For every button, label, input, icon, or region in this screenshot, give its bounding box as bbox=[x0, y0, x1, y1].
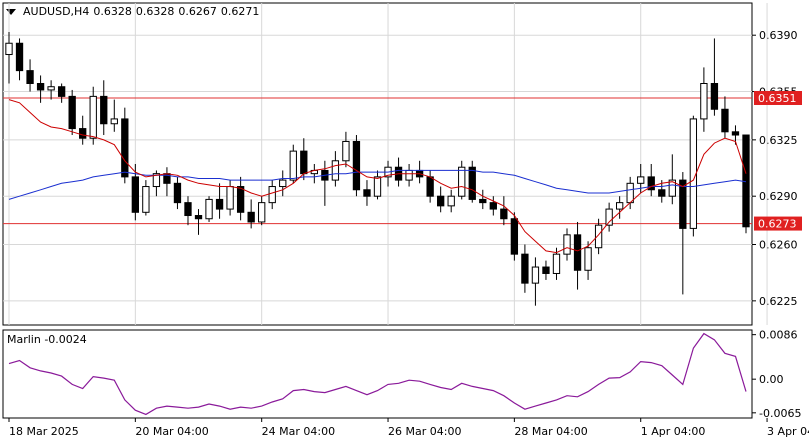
osc-tick-label: 0.00 bbox=[759, 373, 784, 386]
osc-tick-label: 0.0086 bbox=[759, 329, 798, 342]
candle-bull bbox=[279, 179, 287, 188]
candle-bull bbox=[89, 95, 97, 139]
candle-bear bbox=[679, 179, 687, 229]
candle-bear bbox=[184, 202, 192, 217]
level-price-label: 0.6273 bbox=[758, 218, 797, 231]
candle-bull bbox=[342, 140, 350, 162]
candle-bull bbox=[258, 202, 266, 223]
candle-bull bbox=[458, 166, 466, 197]
candle-bear bbox=[194, 215, 203, 220]
candle-bear bbox=[721, 108, 729, 133]
price-chart[interactable]: 0.63900.63550.63250.62900.62600.622518 M… bbox=[0, 0, 809, 443]
price-tick-label: 0.6260 bbox=[759, 239, 798, 252]
candle-bear bbox=[731, 131, 740, 136]
candle-bear bbox=[500, 208, 508, 220]
candle-bull bbox=[110, 118, 118, 125]
candle-bear bbox=[300, 150, 308, 175]
candle-bear bbox=[468, 166, 476, 200]
indicator-panel-frame bbox=[2, 329, 753, 419]
candle-bear bbox=[426, 176, 434, 197]
price-tick-label: 0.6325 bbox=[759, 134, 798, 147]
candle-bull bbox=[700, 83, 708, 120]
candle-bull bbox=[47, 86, 55, 91]
candle-bear bbox=[79, 128, 87, 139]
candle-bear bbox=[26, 70, 34, 85]
candle-bear bbox=[658, 189, 666, 197]
candle-bear bbox=[489, 202, 497, 210]
level-price-label: 0.6351 bbox=[758, 92, 797, 105]
candle-bear bbox=[510, 218, 519, 255]
candle-bull bbox=[5, 42, 13, 56]
candle-bear bbox=[36, 83, 45, 91]
candle-bear bbox=[15, 42, 24, 72]
time-tick-label: 3 Apr 04:00 bbox=[767, 425, 809, 438]
candle-bull bbox=[205, 198, 213, 220]
candle-bear bbox=[479, 198, 487, 204]
candle-bear bbox=[100, 95, 108, 125]
candle-bull bbox=[605, 208, 613, 226]
candle-bear bbox=[247, 211, 255, 223]
candle-bear bbox=[215, 198, 224, 210]
candle-bull bbox=[226, 186, 234, 210]
candle-bull bbox=[142, 186, 150, 213]
time-tick-label: 1 Apr 04:00 bbox=[641, 425, 706, 438]
time-tick-label: 24 Mar 04:00 bbox=[262, 425, 335, 438]
candle-bull bbox=[626, 182, 634, 204]
candle-bear bbox=[57, 86, 66, 97]
candle-bear bbox=[68, 95, 76, 130]
candle-bull bbox=[405, 169, 413, 181]
time-tick-label: 18 Mar 2025 bbox=[9, 425, 79, 438]
candle-bull bbox=[584, 247, 592, 271]
candle-bear bbox=[542, 266, 550, 274]
time-tick-label: 26 Mar 04:00 bbox=[388, 425, 461, 438]
candle-bull bbox=[637, 176, 645, 184]
price-tick-label: 0.6225 bbox=[759, 295, 798, 308]
candle-bull bbox=[563, 234, 571, 255]
candle-bear bbox=[363, 189, 371, 197]
candle-bull bbox=[615, 202, 624, 210]
time-tick-label: 20 Mar 04:00 bbox=[135, 425, 208, 438]
candle-bear bbox=[236, 186, 245, 213]
time-tick-label: 28 Mar 04:00 bbox=[514, 425, 587, 438]
price-tick-label: 0.6290 bbox=[759, 190, 798, 203]
candle-bear bbox=[121, 118, 129, 178]
candle-bear bbox=[173, 182, 182, 204]
candle-bull bbox=[447, 195, 455, 207]
candle-bull bbox=[289, 150, 297, 181]
candle-bear bbox=[437, 195, 445, 207]
main-panel-frame bbox=[2, 2, 753, 326]
candle-bull bbox=[552, 253, 561, 274]
candle-bull bbox=[268, 186, 276, 204]
candle-bear bbox=[521, 253, 529, 284]
candle-bull bbox=[331, 160, 340, 181]
candle-bull bbox=[373, 176, 382, 197]
price-tick-label: 0.6390 bbox=[759, 29, 798, 42]
osc-tick-label: -0.0065 bbox=[759, 407, 801, 420]
candle-bear bbox=[710, 83, 719, 110]
oscillator-line bbox=[8, 332, 747, 416]
candle-bull bbox=[531, 266, 540, 284]
candle-bear bbox=[131, 176, 140, 213]
candle-bear bbox=[352, 140, 361, 191]
candle-bear bbox=[573, 234, 582, 271]
